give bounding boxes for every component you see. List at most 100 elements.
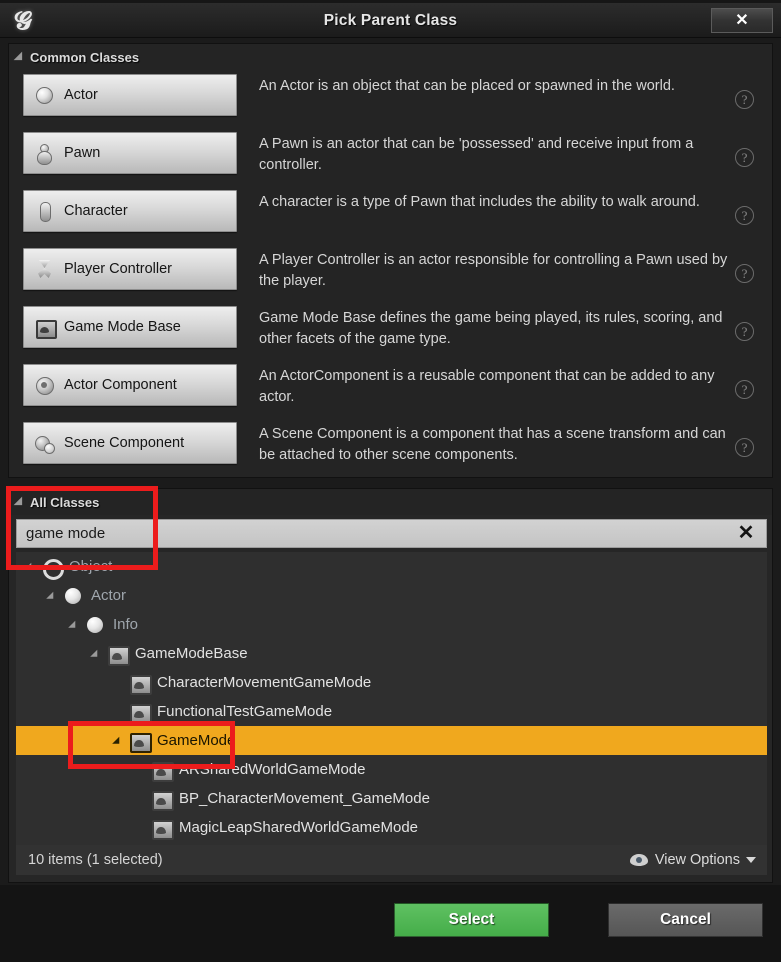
- common-classes-header[interactable]: Common Classes: [9, 44, 772, 70]
- game-mode-icon: [128, 731, 152, 753]
- common-classes-panel: Common Classes Actor An Actor is an objec…: [8, 43, 773, 478]
- help-question-icon[interactable]: ?: [735, 380, 754, 399]
- title-bar: 𝓖 Pick Parent Class ✕: [0, 3, 781, 38]
- common-class-row: Game Mode Base Game Mode Base defines the…: [9, 304, 772, 362]
- class-button-player-controller[interactable]: Player Controller: [23, 248, 237, 290]
- tree-row[interactable]: MagicLeapSharedWorldGameMode: [16, 813, 767, 842]
- eye-icon: [629, 854, 648, 866]
- tree-row-label: BP_CharacterMovement_GameMode: [179, 790, 430, 807]
- class-button-game-mode-base[interactable]: Game Mode Base: [23, 306, 237, 348]
- class-button-label: Actor Component: [64, 377, 177, 393]
- game-mode-icon: [106, 644, 130, 666]
- help-question-icon[interactable]: ?: [735, 438, 754, 457]
- expander-triangle-icon: [13, 496, 27, 509]
- dialog-footer: Select Cancel: [0, 885, 781, 962]
- expander-triangle-icon: [24, 562, 35, 573]
- game-mode-icon: [150, 818, 174, 840]
- help-question-icon[interactable]: ?: [735, 206, 754, 225]
- tree-expander[interactable]: [112, 733, 128, 749]
- help-question-icon[interactable]: ?: [735, 322, 754, 341]
- tree-row-label: GameMode: [157, 732, 236, 749]
- status-bar: 10 items (1 selected) View Options: [16, 845, 767, 875]
- cancel-button[interactable]: Cancel: [608, 903, 763, 937]
- character-capsule-icon: [34, 200, 54, 222]
- help-question-icon[interactable]: ?: [735, 148, 754, 167]
- class-tree[interactable]: Object Actor Info GameModeBase CharacterMove…: [16, 552, 767, 852]
- tree-expander[interactable]: [24, 559, 40, 575]
- class-description: A Pawn is an actor that can be 'possesse…: [259, 136, 694, 173]
- help-question-icon[interactable]: ?: [735, 264, 754, 283]
- class-description: A Scene Component is a component that ha…: [259, 426, 726, 463]
- tree-row-label: Info: [113, 616, 139, 633]
- tree-expander[interactable]: [46, 588, 62, 604]
- tree-row-label: MagicLeapSharedWorldGameMode: [179, 819, 419, 836]
- class-description: A Player Controller is an actor responsi…: [259, 252, 728, 289]
- close-button[interactable]: ✕: [711, 8, 773, 33]
- dialog-body: Common Classes Actor An Actor is an objec…: [0, 38, 781, 962]
- tree-row[interactable]: GameModeBase: [16, 639, 767, 668]
- view-options-label: View Options: [654, 852, 740, 868]
- tree-row-label: Object: [69, 558, 113, 575]
- common-classes-title: Common Classes: [30, 49, 140, 65]
- common-class-row: Pawn A Pawn is an actor that can be 'poss…: [9, 130, 772, 188]
- page-title: Pick Parent Class: [323, 12, 458, 29]
- class-button-actor-component[interactable]: Actor Component: [23, 364, 237, 406]
- actor-component-icon: [34, 374, 54, 396]
- common-class-row: Scene Component A Scene Component is a co…: [9, 420, 772, 478]
- tree-row[interactable]: CharacterMovementGameMode: [16, 668, 767, 697]
- class-button-label: Character: [64, 203, 128, 219]
- search-input[interactable]: [17, 525, 726, 542]
- class-button-character[interactable]: Character: [23, 190, 237, 232]
- expander-triangle-icon: [112, 736, 123, 747]
- tree-row[interactable]: ARSharedWorldGameMode: [16, 755, 767, 784]
- clear-search-icon[interactable]: ✕: [726, 520, 766, 547]
- tree-row-label: GameModeBase: [135, 645, 248, 662]
- class-button-label: Actor: [64, 87, 98, 103]
- common-class-row: Player Controller A Player Controller is …: [9, 246, 772, 304]
- expander-triangle-icon: [68, 620, 79, 631]
- tree-row[interactable]: BP_CharacterMovement_GameMode: [16, 784, 767, 813]
- tree-row[interactable]: Info: [16, 610, 767, 639]
- game-mode-icon: [34, 316, 57, 339]
- class-search-box[interactable]: ✕: [16, 519, 767, 548]
- class-button-actor[interactable]: Actor: [23, 74, 237, 116]
- tree-row[interactable]: FunctionalTestGameMode: [16, 697, 767, 726]
- class-description: An ActorComponent is a reusable componen…: [259, 368, 715, 405]
- player-controller-icon: [34, 258, 54, 280]
- tree-row-label: Actor: [91, 587, 127, 604]
- class-button-scene-component[interactable]: Scene Component: [23, 422, 237, 464]
- help-question-icon[interactable]: ?: [735, 90, 754, 109]
- object-ring-icon: [40, 557, 64, 580]
- tree-expander[interactable]: [90, 646, 106, 662]
- actor-sphere-icon: [34, 84, 54, 106]
- expander-triangle-icon: [13, 51, 27, 64]
- chevron-down-icon: [746, 857, 756, 863]
- game-mode-icon: [150, 789, 174, 811]
- tree-expander: [112, 704, 128, 720]
- view-options-button[interactable]: View Options: [629, 852, 756, 868]
- sphere-icon: [84, 615, 106, 635]
- tree-row[interactable]: Actor: [16, 581, 767, 610]
- common-class-row: Actor An Actor is an object that can be p…: [9, 72, 772, 130]
- class-button-label: Pawn: [64, 145, 101, 161]
- tree-expander: [112, 675, 128, 691]
- tree-expander: [134, 791, 150, 807]
- class-description: Game Mode Base defines the game being pl…: [259, 310, 723, 347]
- tree-row-label: ARSharedWorldGameMode: [179, 761, 366, 778]
- class-description: A character is a type of Pawn that inclu…: [259, 194, 700, 210]
- all-classes-title: All Classes: [30, 494, 100, 510]
- tree-expander[interactable]: [68, 617, 84, 633]
- tree-row[interactable]: GameMode: [16, 726, 767, 755]
- game-mode-icon: [128, 702, 152, 724]
- tree-row[interactable]: Object: [16, 552, 767, 581]
- sphere-icon: [62, 586, 84, 606]
- expander-triangle-icon: [46, 591, 57, 602]
- class-button-label: Player Controller: [64, 261, 172, 277]
- all-classes-header[interactable]: All Classes: [9, 489, 772, 515]
- class-button-pawn[interactable]: Pawn: [23, 132, 237, 174]
- common-classes-list: Actor An Actor is an object that can be p…: [9, 70, 772, 478]
- select-button[interactable]: Select: [394, 903, 549, 937]
- game-mode-icon: [150, 760, 174, 782]
- tree-expander: [134, 820, 150, 836]
- pawn-icon: [34, 142, 54, 165]
